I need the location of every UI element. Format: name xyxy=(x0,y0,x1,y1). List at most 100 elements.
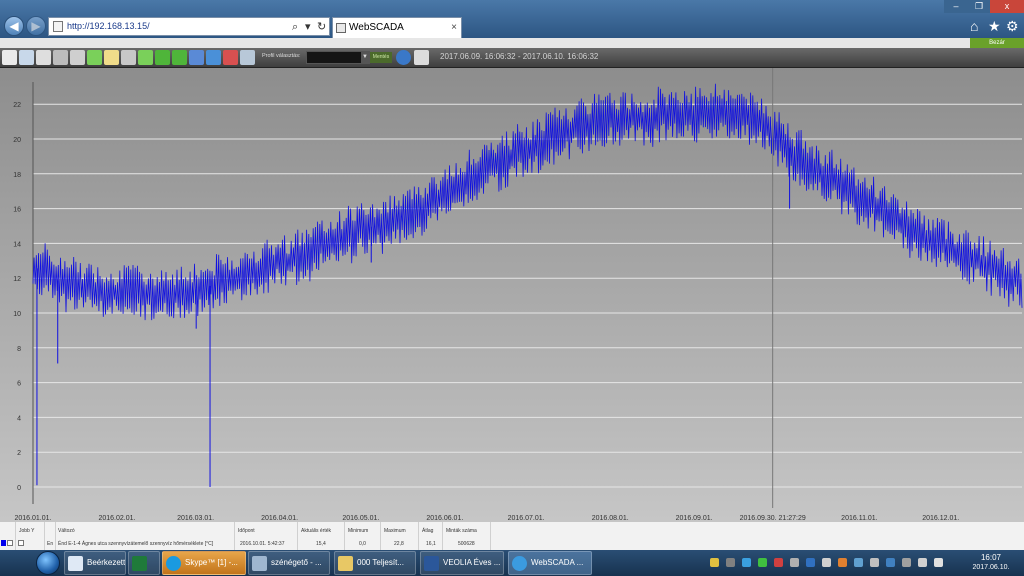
monitor-icon[interactable] xyxy=(189,50,204,65)
page-icon xyxy=(53,21,63,32)
system-clock[interactable]: 16:07 2017.06.10. xyxy=(964,553,1018,571)
profile-select[interactable]: ▼ xyxy=(306,51,370,64)
start-button[interactable] xyxy=(36,551,60,575)
row-aktualis: 15,4 xyxy=(316,541,326,547)
back-button[interactable]: ◀ xyxy=(4,16,24,36)
cursor-label: 2016.09.30. 21:27:29 xyxy=(740,515,806,522)
maximize-button[interactable]: ❐ xyxy=(968,0,990,13)
favorites-star-icon[interactable]: ★ xyxy=(988,18,1001,35)
tab-close-icon[interactable]: × xyxy=(451,18,457,38)
printer-icon[interactable] xyxy=(53,50,68,65)
x-tick-label: 2016.04.01. xyxy=(261,515,298,522)
x-tick-label: 2016.05.01. xyxy=(342,515,379,522)
new-document-icon[interactable] xyxy=(2,50,17,65)
expand-icon[interactable] xyxy=(87,50,102,65)
arrow-right-icon[interactable] xyxy=(172,50,187,65)
window-close-button[interactable]: x xyxy=(990,0,1024,13)
signal-table: Jobb Y Változó Időpont Aktuális érték Mi… xyxy=(0,522,1024,550)
x-tick-label: 2016.07.01. xyxy=(508,515,545,522)
arrow-left-icon[interactable] xyxy=(155,50,170,65)
tray-icon[interactable] xyxy=(758,558,767,567)
word-icon xyxy=(424,556,439,571)
y-tick-label: 14 xyxy=(13,241,21,248)
row-en: En xyxy=(47,541,54,547)
header-minimum: Minimum xyxy=(348,528,369,534)
tab-favicon xyxy=(336,23,346,33)
y-tick-label: 12 xyxy=(13,276,21,283)
note-icon[interactable] xyxy=(104,50,119,65)
y-tick-label: 2 xyxy=(17,450,21,457)
line-chart[interactable]: 0 2 4 6 8 10 12 14 16 18 20 22 2016.01.01. 2016.02.0… xyxy=(0,68,1024,522)
tray-icon[interactable] xyxy=(838,558,847,567)
row-valtozo: Énd E-1-4 Ágnes utca szennyvízátemelő sz… xyxy=(58,541,214,547)
close-app-button[interactable]: Bezár xyxy=(970,38,1024,48)
skype-icon xyxy=(166,556,181,571)
flag-icon[interactable] xyxy=(934,558,943,567)
chevron-down-icon: ▼ xyxy=(361,52,369,63)
settings-icon[interactable] xyxy=(121,50,136,65)
tray-icon[interactable] xyxy=(822,558,831,567)
row-minimum: 0,0 xyxy=(359,541,366,547)
outlook-icon xyxy=(68,556,83,571)
address-bar[interactable]: http://192.168.13.15/ ⌕ ▾ ↻ xyxy=(48,17,330,36)
right-y-checkbox[interactable] xyxy=(18,540,24,546)
save-button[interactable]: Mentés xyxy=(370,52,392,63)
x-tick-label: 2016.01.01. xyxy=(15,515,52,522)
url-text: http://192.168.13.15/ xyxy=(67,21,150,31)
header-jobb-y: Jobb Y xyxy=(19,528,35,534)
chart-area[interactable]: 0 2 4 6 8 10 12 14 16 18 20 22 2016.01.01. 2016.02.0… xyxy=(0,68,1024,522)
x-tick-label: 2016.08.01. xyxy=(592,515,629,522)
search-chart-icon[interactable] xyxy=(240,50,255,65)
visible-checkbox[interactable] xyxy=(7,540,13,546)
table-icon[interactable] xyxy=(36,50,51,65)
x-tick-label: 2016.12.01. xyxy=(922,515,959,522)
internet-explorer-icon xyxy=(512,556,527,571)
y-tick-label: 22 xyxy=(13,102,21,109)
tray-icon[interactable] xyxy=(806,558,815,567)
clock-time: 16:07 xyxy=(980,553,1002,562)
tray-icon[interactable] xyxy=(918,558,927,567)
taskbar-item-excel[interactable] xyxy=(128,551,160,575)
home-icon[interactable]: ⌂ xyxy=(970,18,978,34)
delete-icon[interactable] xyxy=(223,50,238,65)
y-tick-label: 20 xyxy=(13,137,21,144)
refresh-chart-icon[interactable] xyxy=(206,50,221,65)
forward-button[interactable]: ▶ xyxy=(26,16,46,36)
y-tick-label: 18 xyxy=(13,172,21,179)
tray-icon[interactable] xyxy=(710,558,719,567)
taskbar-item-folder[interactable]: 000 Teljesít... xyxy=(334,551,416,575)
search-icon[interactable]: ⌕ xyxy=(292,19,298,36)
taskbar-item-skype[interactable]: Skype™ [1] -... xyxy=(162,551,246,575)
tray-icon[interactable] xyxy=(726,558,735,567)
tray-icon[interactable] xyxy=(854,558,863,567)
taskbar-item-search[interactable]: szénégető - ... xyxy=(248,551,330,575)
gear-icon[interactable]: ⚙ xyxy=(1006,18,1019,35)
export-icon[interactable] xyxy=(414,50,429,65)
tab-webscada[interactable]: WebSCADA × xyxy=(332,17,462,38)
help-icon[interactable] xyxy=(396,50,411,65)
header-maximum: Maximum xyxy=(384,528,406,534)
x-tick-label: 2016.06.01. xyxy=(426,515,463,522)
tray-icon[interactable] xyxy=(870,558,879,567)
excel-icon xyxy=(132,556,147,571)
chart-toolbar: Profil választás: ▼ Mentés 2017.06.09. 1… xyxy=(0,48,1024,68)
y-tick-label: 4 xyxy=(17,415,21,422)
taskbar-item-ie[interactable]: WebSCADA ... xyxy=(508,551,592,575)
tray-icon[interactable] xyxy=(774,558,783,567)
header-atlag: Átlag xyxy=(422,528,434,534)
taskbar-item-outlook[interactable]: Beérkezett ü... xyxy=(64,551,126,575)
minimize-button[interactable]: – xyxy=(944,0,968,13)
interval-icon[interactable] xyxy=(138,50,153,65)
y-tick-label: 8 xyxy=(17,346,21,353)
app-header xyxy=(0,38,1024,48)
taskbar-item-word[interactable]: VEOLIA Éves ... xyxy=(420,551,504,575)
dropdown-icon[interactable]: ▾ xyxy=(305,19,311,36)
tray-icon[interactable] xyxy=(790,558,799,567)
tray-icon[interactable] xyxy=(886,558,895,567)
tray-icon[interactable] xyxy=(742,558,751,567)
x-axis: 2016.01.01. 2016.02.01. 2016.03.01. 2016.04… xyxy=(15,515,960,522)
refresh-icon[interactable]: ↻ xyxy=(317,19,326,36)
signal-select-icon[interactable] xyxy=(19,50,34,65)
tray-icon[interactable] xyxy=(902,558,911,567)
zoom-icon[interactable] xyxy=(70,50,85,65)
